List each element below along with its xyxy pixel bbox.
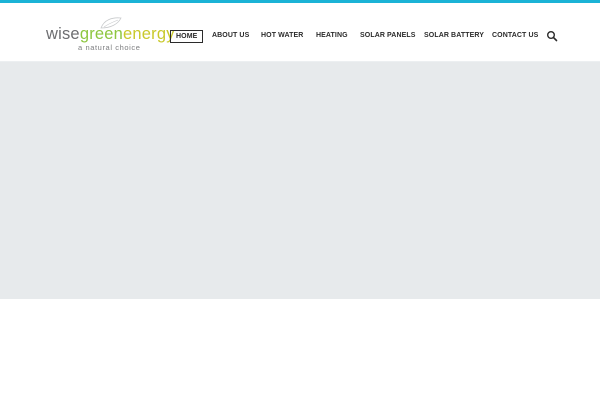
logo-tagline: a natural choice [78,43,141,52]
nav-item-about-us[interactable]: ABOUT US [212,30,249,42]
hero-banner [0,62,600,299]
logo-word-green: green [79,25,124,43]
site-header: wisegreenenergy a natural choice HOME AB… [0,3,600,62]
nav-item-contact-us[interactable]: CONTACT US [492,30,538,42]
nav-item-hot-water[interactable]: HOT WATER [261,30,303,42]
nav-item-heating[interactable]: HEATING [316,30,348,42]
nav-item-solar-panels[interactable]: SOLAR PANELS [360,30,416,42]
search-icon[interactable] [546,30,558,42]
nav-item-home[interactable]: HOME [170,30,204,43]
logo-word-wise: wise [46,25,80,43]
site-logo[interactable]: wisegreenenergy a natural choice [46,16,175,56]
main-navigation: HOME ABOUT US HOT WATER HEATING SOLAR PA… [170,30,600,44]
logo-wordmark: wisegreenenergy [46,26,175,43]
nav-item-solar-battery[interactable]: SOLAR BATTERY [424,30,484,42]
logo-word-energy: energy [123,25,175,43]
